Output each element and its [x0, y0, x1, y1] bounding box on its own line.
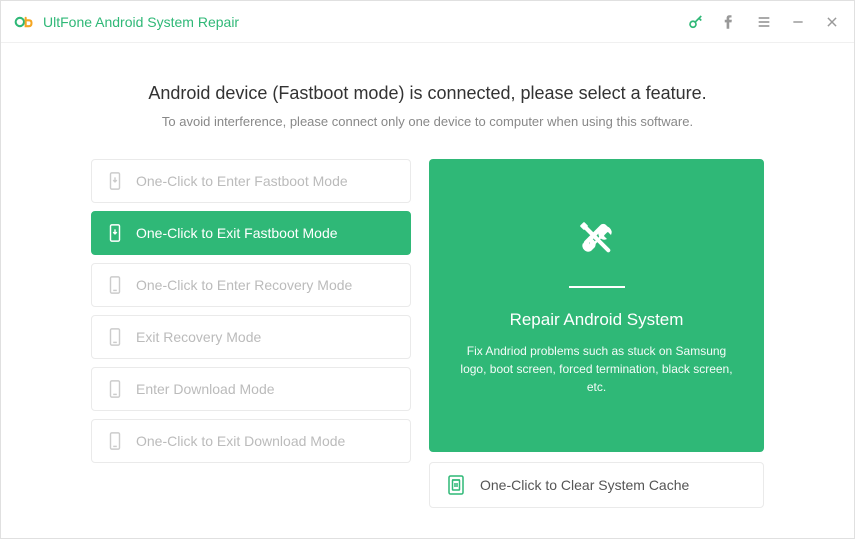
phone-down-icon [106, 172, 124, 190]
option-label: One-Click to Exit Fastboot Mode [136, 225, 338, 241]
phone-down-icon [106, 224, 124, 242]
phone-icon [106, 276, 124, 294]
main-content: Android device (Fastboot mode) is connec… [1, 43, 854, 538]
option-label: One-Click to Enter Fastboot Mode [136, 173, 348, 189]
phone-icon [106, 380, 124, 398]
repair-description: Fix Andriod problems such as stuck on Sa… [459, 342, 734, 396]
option-enter-recovery[interactable]: One-Click to Enter Recovery Mode [91, 263, 411, 307]
option-enter-download[interactable]: Enter Download Mode [91, 367, 411, 411]
right-panel: Repair Android System Fix Andriod proble… [429, 159, 764, 508]
facebook-icon[interactable] [720, 12, 740, 32]
page-subheading: To avoid interference, please connect on… [91, 114, 764, 129]
options-panel: One-Click to Enter Fastboot Mode One-Cli… [91, 159, 411, 508]
app-window: UltFone Android System Repair [0, 0, 855, 539]
titlebar: UltFone Android System Repair [1, 1, 854, 43]
option-label: One-Click to Enter Recovery Mode [136, 277, 352, 293]
repair-title: Repair Android System [510, 310, 684, 330]
titlebar-controls [686, 12, 842, 32]
repair-system-card[interactable]: Repair Android System Fix Andriod proble… [429, 159, 764, 452]
trash-icon [446, 475, 466, 495]
menu-icon[interactable] [754, 12, 774, 32]
tools-icon [573, 215, 621, 268]
option-enter-fastboot[interactable]: One-Click to Enter Fastboot Mode [91, 159, 411, 203]
app-title: UltFone Android System Repair [43, 14, 239, 30]
option-label: Enter Download Mode [136, 381, 275, 397]
minimize-button[interactable] [788, 12, 808, 32]
page-heading: Android device (Fastboot mode) is connec… [91, 83, 764, 104]
clear-cache-button[interactable]: One-Click to Clear System Cache [429, 462, 764, 508]
option-exit-download[interactable]: One-Click to Exit Download Mode [91, 419, 411, 463]
close-button[interactable] [822, 12, 842, 32]
divider [569, 286, 625, 289]
option-label: One-Click to Exit Download Mode [136, 433, 345, 449]
option-label: Exit Recovery Mode [136, 329, 261, 345]
option-exit-recovery[interactable]: Exit Recovery Mode [91, 315, 411, 359]
phone-icon [106, 432, 124, 450]
cache-label: One-Click to Clear System Cache [480, 477, 689, 493]
phone-icon [106, 328, 124, 346]
option-exit-fastboot[interactable]: One-Click to Exit Fastboot Mode [91, 211, 411, 255]
app-logo-icon [13, 11, 35, 33]
key-icon[interactable] [686, 12, 706, 32]
panels: One-Click to Enter Fastboot Mode One-Cli… [91, 159, 764, 508]
